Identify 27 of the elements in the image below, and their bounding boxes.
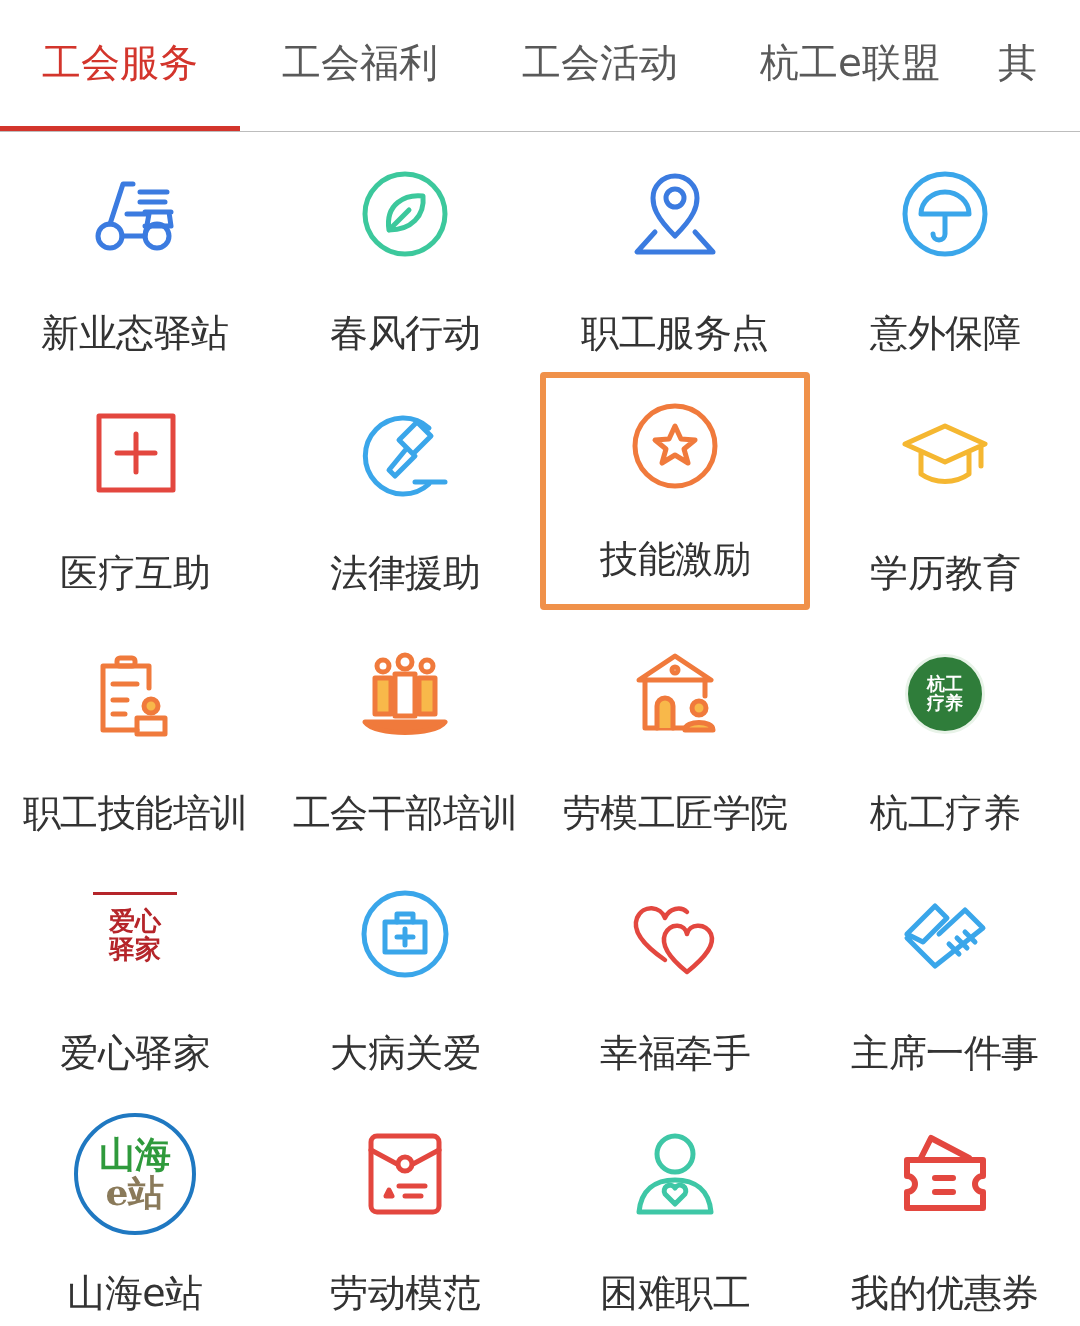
service-label[interactable]: 劳动模范 (330, 1268, 480, 1319)
service-label[interactable]: 职工服务点 (581, 308, 769, 359)
service-label[interactable]: 职工技能培训 (22, 788, 248, 839)
service-label[interactable]: 新业态驿站 (41, 308, 229, 359)
logo-icon: 杭工 疗养 (905, 654, 985, 734)
service-label[interactable]: 杭工疗养 (870, 788, 1020, 839)
service-label[interactable]: 幸福牵手 (600, 1028, 750, 1079)
tab[interactable]: 工会服务 (0, 0, 240, 131)
service-label[interactable]: 困难职工 (600, 1268, 750, 1319)
service-label[interactable]: 爱心驿家 (60, 1028, 210, 1079)
service-label[interactable]: 我的优惠券 (851, 1268, 1039, 1319)
service-label[interactable]: 大病关爱 (330, 1028, 480, 1079)
logo-icon: 山海 e站 (74, 1113, 196, 1235)
service-label[interactable]: 意外保障 (870, 308, 1020, 359)
service-label[interactable]: 春风行动 (330, 308, 480, 359)
service-label[interactable]: 技能激励 (600, 534, 750, 585)
tab[interactable]: 工会活动 (480, 0, 720, 131)
service-label[interactable]: 医疗互助 (60, 548, 210, 599)
service-label[interactable]: 法律援助 (330, 548, 480, 599)
service-label[interactable]: 山海e站 (67, 1268, 203, 1319)
tab[interactable]: 其 (980, 0, 1080, 131)
service-label[interactable]: 劳模工匠学院 (562, 788, 788, 839)
service-label[interactable]: 学历教育 (870, 548, 1020, 599)
service-label[interactable]: 工会干部培训 (292, 788, 518, 839)
tab[interactable]: 工会福利 (240, 0, 480, 131)
tab[interactable]: 杭工e联盟 (720, 0, 980, 131)
service-label[interactable]: 主席一件事 (851, 1028, 1039, 1079)
